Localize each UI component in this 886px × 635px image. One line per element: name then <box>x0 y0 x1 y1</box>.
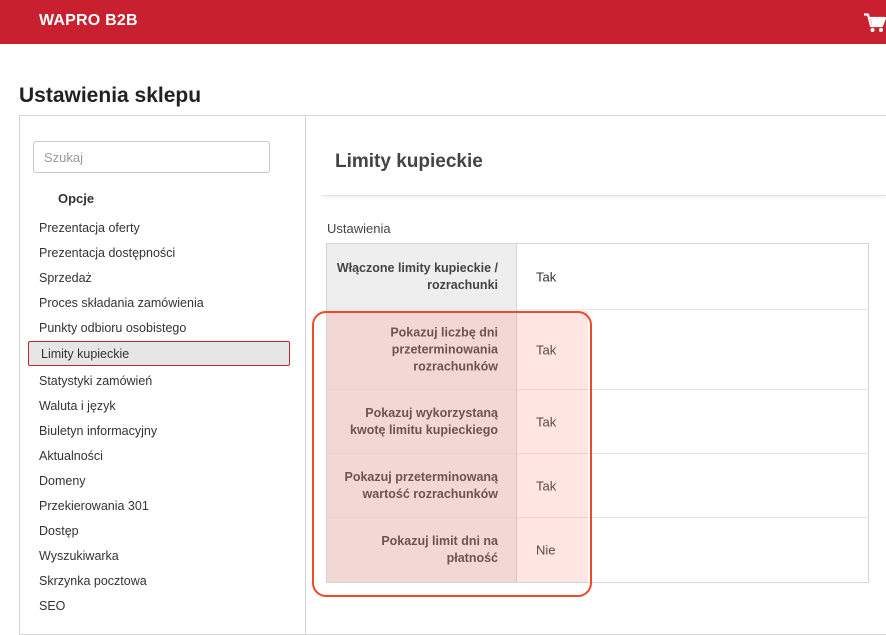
sidebar-item-dostep[interactable]: Dostęp <box>39 524 79 538</box>
row-value[interactable]: Tak <box>536 478 556 493</box>
sidebar-item-przekierowania[interactable]: Przekierowania 301 <box>39 499 149 513</box>
sidebar-item-statystyki[interactable]: Statystyki zamówień <box>39 374 152 388</box>
row-label-cell: Pokazuj przeterminowaną wartość rozrachu… <box>327 454 517 517</box>
settings-row: Pokazuj przeterminowaną wartość rozrachu… <box>327 454 868 518</box>
sidebar-item-sprzedaz[interactable]: Sprzedaż <box>39 271 92 285</box>
settings-table: Włączone limity kupieckie / rozrachunki … <box>326 243 869 583</box>
search-input[interactable] <box>33 141 270 173</box>
row-label: Pokazuj limit dni na płatność <box>381 534 498 565</box>
row-label: Pokazuj liczbę dni przeterminowania rozr… <box>390 325 498 373</box>
settings-row: Włączone limity kupieckie / rozrachunki … <box>327 244 868 310</box>
sidebar-item-wyszukiwarka[interactable]: Wyszukiwarka <box>39 549 119 563</box>
sidebar-item-proces-skladania[interactable]: Proces składania zamówienia <box>39 296 204 310</box>
row-value[interactable]: Nie <box>536 543 556 558</box>
settings-row: Pokazuj liczbę dni przeterminowania rozr… <box>327 310 868 390</box>
settings-row: Pokazuj wykorzystaną kwotę limitu kupiec… <box>327 390 868 454</box>
sidebar-item-limity-kupieckie[interactable]: Limity kupieckie <box>28 341 290 366</box>
row-value[interactable]: Tak <box>536 414 556 429</box>
sidebar-item-prezentacja-dostepnosci[interactable]: Prezentacja dostępności <box>39 246 175 260</box>
section-title: Limity kupieckie <box>335 151 483 172</box>
row-value[interactable]: Tak <box>536 269 556 284</box>
sidebar-item-domeny[interactable]: Domeny <box>39 474 86 488</box>
row-label: Włączone limity kupieckie / rozrachunki <box>336 260 498 292</box>
row-value[interactable]: Tak <box>536 342 556 357</box>
sidebar-item-prezentacja-oferty[interactable]: Prezentacja oferty <box>39 221 140 235</box>
sidebar-item-seo[interactable]: SEO <box>39 599 65 613</box>
settings-label: Ustawienia <box>327 221 391 236</box>
row-label-cell: Pokazuj limit dni na płatność <box>327 518 517 582</box>
row-label: Pokazuj wykorzystaną kwotę limitu kupiec… <box>350 405 498 437</box>
top-bar: WAPRO B2B <box>0 0 886 44</box>
row-label-cell: Włączone limity kupieckie / rozrachunki <box>327 244 517 309</box>
page-title: Ustawienia sklepu <box>19 84 202 107</box>
sidebar-item-biuletyn[interactable]: Biuletyn informacyjny <box>39 424 157 438</box>
sidebar-item-punkty-odbioru[interactable]: Punkty odbioru osobistego <box>39 321 186 335</box>
row-label-cell: Pokazuj liczbę dni przeterminowania rozr… <box>327 310 517 389</box>
sidebar-item-skrzynka-pocztowa[interactable]: Skrzynka pocztowa <box>39 574 147 588</box>
brand-logo[interactable]: WAPRO B2B <box>39 12 138 30</box>
sidebar-section-label: Opcje <box>58 191 95 206</box>
sidebar-item-aktualnosci[interactable]: Aktualności <box>39 449 103 463</box>
row-label: Pokazuj przeterminowaną wartość rozrachu… <box>344 469 498 501</box>
shopping-cart-icon[interactable] <box>864 13 886 33</box>
settings-row: Pokazuj limit dni na płatność Nie <box>327 518 868 582</box>
sidebar-item-label: Limity kupieckie <box>41 347 130 361</box>
row-label-cell: Pokazuj wykorzystaną kwotę limitu kupiec… <box>327 390 517 453</box>
sidebar-item-waluta-i-jezyk[interactable]: Waluta i język <box>39 399 116 413</box>
